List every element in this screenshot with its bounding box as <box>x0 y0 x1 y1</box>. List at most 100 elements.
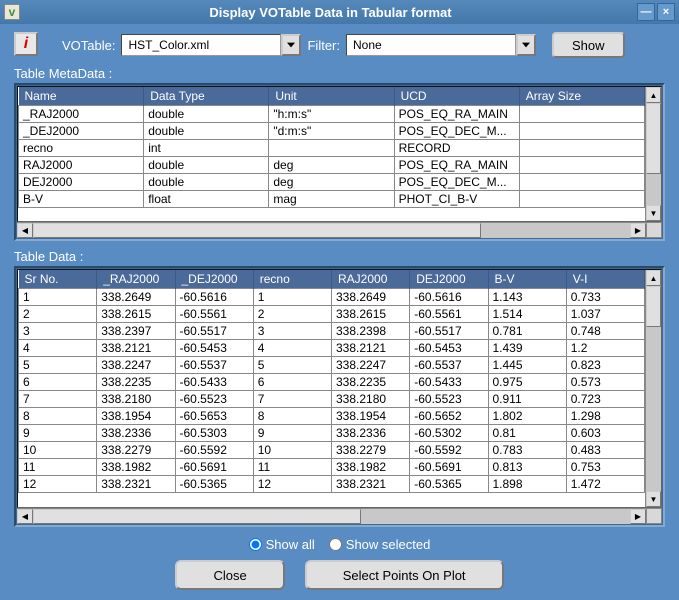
data-col-header[interactable]: Sr No. <box>19 270 97 289</box>
cell[interactable]: 1 <box>253 289 331 306</box>
cell[interactable]: POS_EQ_RA_MAIN <box>394 157 519 174</box>
cell[interactable]: -60.5517 <box>175 323 253 340</box>
close-window-button[interactable]: × <box>657 3 675 21</box>
cell[interactable]: 338.2649 <box>332 289 410 306</box>
cell[interactable]: 338.2615 <box>97 306 175 323</box>
cell[interactable]: 5 <box>19 357 97 374</box>
cell[interactable]: 1.898 <box>488 476 566 493</box>
cell[interactable]: -60.5517 <box>410 323 488 340</box>
cell[interactable]: 338.2247 <box>332 357 410 374</box>
table-row[interactable]: 10338.2279-60.559210338.2279-60.55920.78… <box>19 442 645 459</box>
cell[interactable]: 0.748 <box>566 323 644 340</box>
cell[interactable]: -60.5561 <box>175 306 253 323</box>
cell[interactable]: RAJ2000 <box>19 157 144 174</box>
cell[interactable]: 0.603 <box>566 425 644 442</box>
cell[interactable]: _RAJ2000 <box>19 106 144 123</box>
cell[interactable]: 0.573 <box>566 374 644 391</box>
cell[interactable]: POS_EQ_RA_MAIN <box>394 106 519 123</box>
data-hscroll[interactable]: ◀ ▶ <box>17 508 646 524</box>
cell[interactable]: 338.1982 <box>97 459 175 476</box>
info-button[interactable]: i <box>14 32 38 56</box>
cell[interactable]: 9 <box>253 425 331 442</box>
cell[interactable]: -60.5592 <box>175 442 253 459</box>
cell[interactable]: 7 <box>19 391 97 408</box>
table-row[interactable]: 5338.2247-60.55375338.2247-60.55371.4450… <box>19 357 645 374</box>
cell[interactable]: 338.2336 <box>97 425 175 442</box>
table-row[interactable]: 2338.2615-60.55612338.2615-60.55611.5141… <box>19 306 645 323</box>
filter-dropdown-button[interactable] <box>516 34 536 56</box>
cell[interactable]: 338.2336 <box>332 425 410 442</box>
cell[interactable]: recno <box>19 140 144 157</box>
cell[interactable]: POS_EQ_DEC_M... <box>394 123 519 140</box>
metadata-hscroll[interactable]: ◀ ▶ <box>17 222 646 238</box>
cell[interactable]: double <box>144 157 269 174</box>
cell[interactable]: 338.2235 <box>97 374 175 391</box>
cell[interactable]: 338.1982 <box>332 459 410 476</box>
data-table[interactable]: Sr No._RAJ2000_DEJ2000recnoRAJ2000DEJ200… <box>18 270 645 493</box>
data-col-header[interactable]: DEJ2000 <box>410 270 488 289</box>
cell[interactable] <box>519 174 644 191</box>
cell[interactable]: 9 <box>19 425 97 442</box>
cell[interactable]: -60.5537 <box>175 357 253 374</box>
cell[interactable]: 338.2321 <box>332 476 410 493</box>
cell[interactable]: B-V <box>19 191 144 208</box>
cell[interactable]: -60.5691 <box>175 459 253 476</box>
cell[interactable]: 338.2279 <box>332 442 410 459</box>
cell[interactable]: 338.2180 <box>332 391 410 408</box>
cell[interactable]: 338.1954 <box>332 408 410 425</box>
cell[interactable]: 3 <box>19 323 97 340</box>
cell[interactable]: 1.445 <box>488 357 566 374</box>
cell[interactable]: -60.5592 <box>410 442 488 459</box>
cell[interactable]: 10 <box>253 442 331 459</box>
cell[interactable]: 1.472 <box>566 476 644 493</box>
cell[interactable]: 0.723 <box>566 391 644 408</box>
cell[interactable] <box>269 140 394 157</box>
data-col-header[interactable]: B-V <box>488 270 566 289</box>
cell[interactable]: 10 <box>19 442 97 459</box>
cell[interactable]: PHOT_CI_B-V <box>394 191 519 208</box>
cell[interactable]: double <box>144 106 269 123</box>
cell[interactable]: 338.2649 <box>97 289 175 306</box>
table-row[interactable]: 7338.2180-60.55237338.2180-60.55230.9110… <box>19 391 645 408</box>
cell[interactable]: 0.975 <box>488 374 566 391</box>
cell[interactable]: double <box>144 123 269 140</box>
cell[interactable]: 2 <box>253 306 331 323</box>
cell[interactable]: 1.2 <box>566 340 644 357</box>
cell[interactable]: 12 <box>19 476 97 493</box>
cell[interactable]: 338.2397 <box>97 323 175 340</box>
scroll-thumb[interactable] <box>33 223 481 238</box>
scroll-thumb[interactable] <box>33 509 361 524</box>
cell[interactable]: -60.5653 <box>175 408 253 425</box>
cell[interactable]: 338.2121 <box>97 340 175 357</box>
cell[interactable]: 1.439 <box>488 340 566 357</box>
cell[interactable] <box>519 157 644 174</box>
meta-col-header[interactable]: UCD <box>394 87 519 106</box>
cell[interactable]: double <box>144 174 269 191</box>
data-col-header[interactable]: RAJ2000 <box>332 270 410 289</box>
cell[interactable]: 1.802 <box>488 408 566 425</box>
cell[interactable]: -60.5561 <box>410 306 488 323</box>
cell[interactable]: 7 <box>253 391 331 408</box>
scroll-thumb[interactable] <box>646 286 661 327</box>
minimize-button[interactable]: — <box>637 3 655 21</box>
cell[interactable] <box>519 106 644 123</box>
table-row[interactable]: _DEJ2000double"d:m:s"POS_EQ_DEC_M... <box>19 123 645 140</box>
metadata-table[interactable]: NameData TypeUnitUCDArray Size _RAJ2000d… <box>18 87 645 208</box>
cell[interactable]: 11 <box>19 459 97 476</box>
cell[interactable] <box>519 123 644 140</box>
data-col-header[interactable]: V-I <box>566 270 644 289</box>
show-selected-radio[interactable]: Show selected <box>329 537 431 552</box>
scroll-right-button[interactable]: ▶ <box>630 509 646 524</box>
cell[interactable]: -60.5453 <box>175 340 253 357</box>
scroll-left-button[interactable]: ◀ <box>17 509 33 524</box>
cell[interactable]: 0.823 <box>566 357 644 374</box>
cell[interactable]: 4 <box>19 340 97 357</box>
scroll-left-button[interactable]: ◀ <box>17 223 33 238</box>
cell[interactable]: 1.514 <box>488 306 566 323</box>
cell[interactable]: 338.2180 <box>97 391 175 408</box>
votable-dropdown-button[interactable] <box>281 34 301 56</box>
meta-col-header[interactable]: Array Size <box>519 87 644 106</box>
cell[interactable]: -60.5691 <box>410 459 488 476</box>
data-col-header[interactable]: _DEJ2000 <box>175 270 253 289</box>
cell[interactable]: 6 <box>19 374 97 391</box>
